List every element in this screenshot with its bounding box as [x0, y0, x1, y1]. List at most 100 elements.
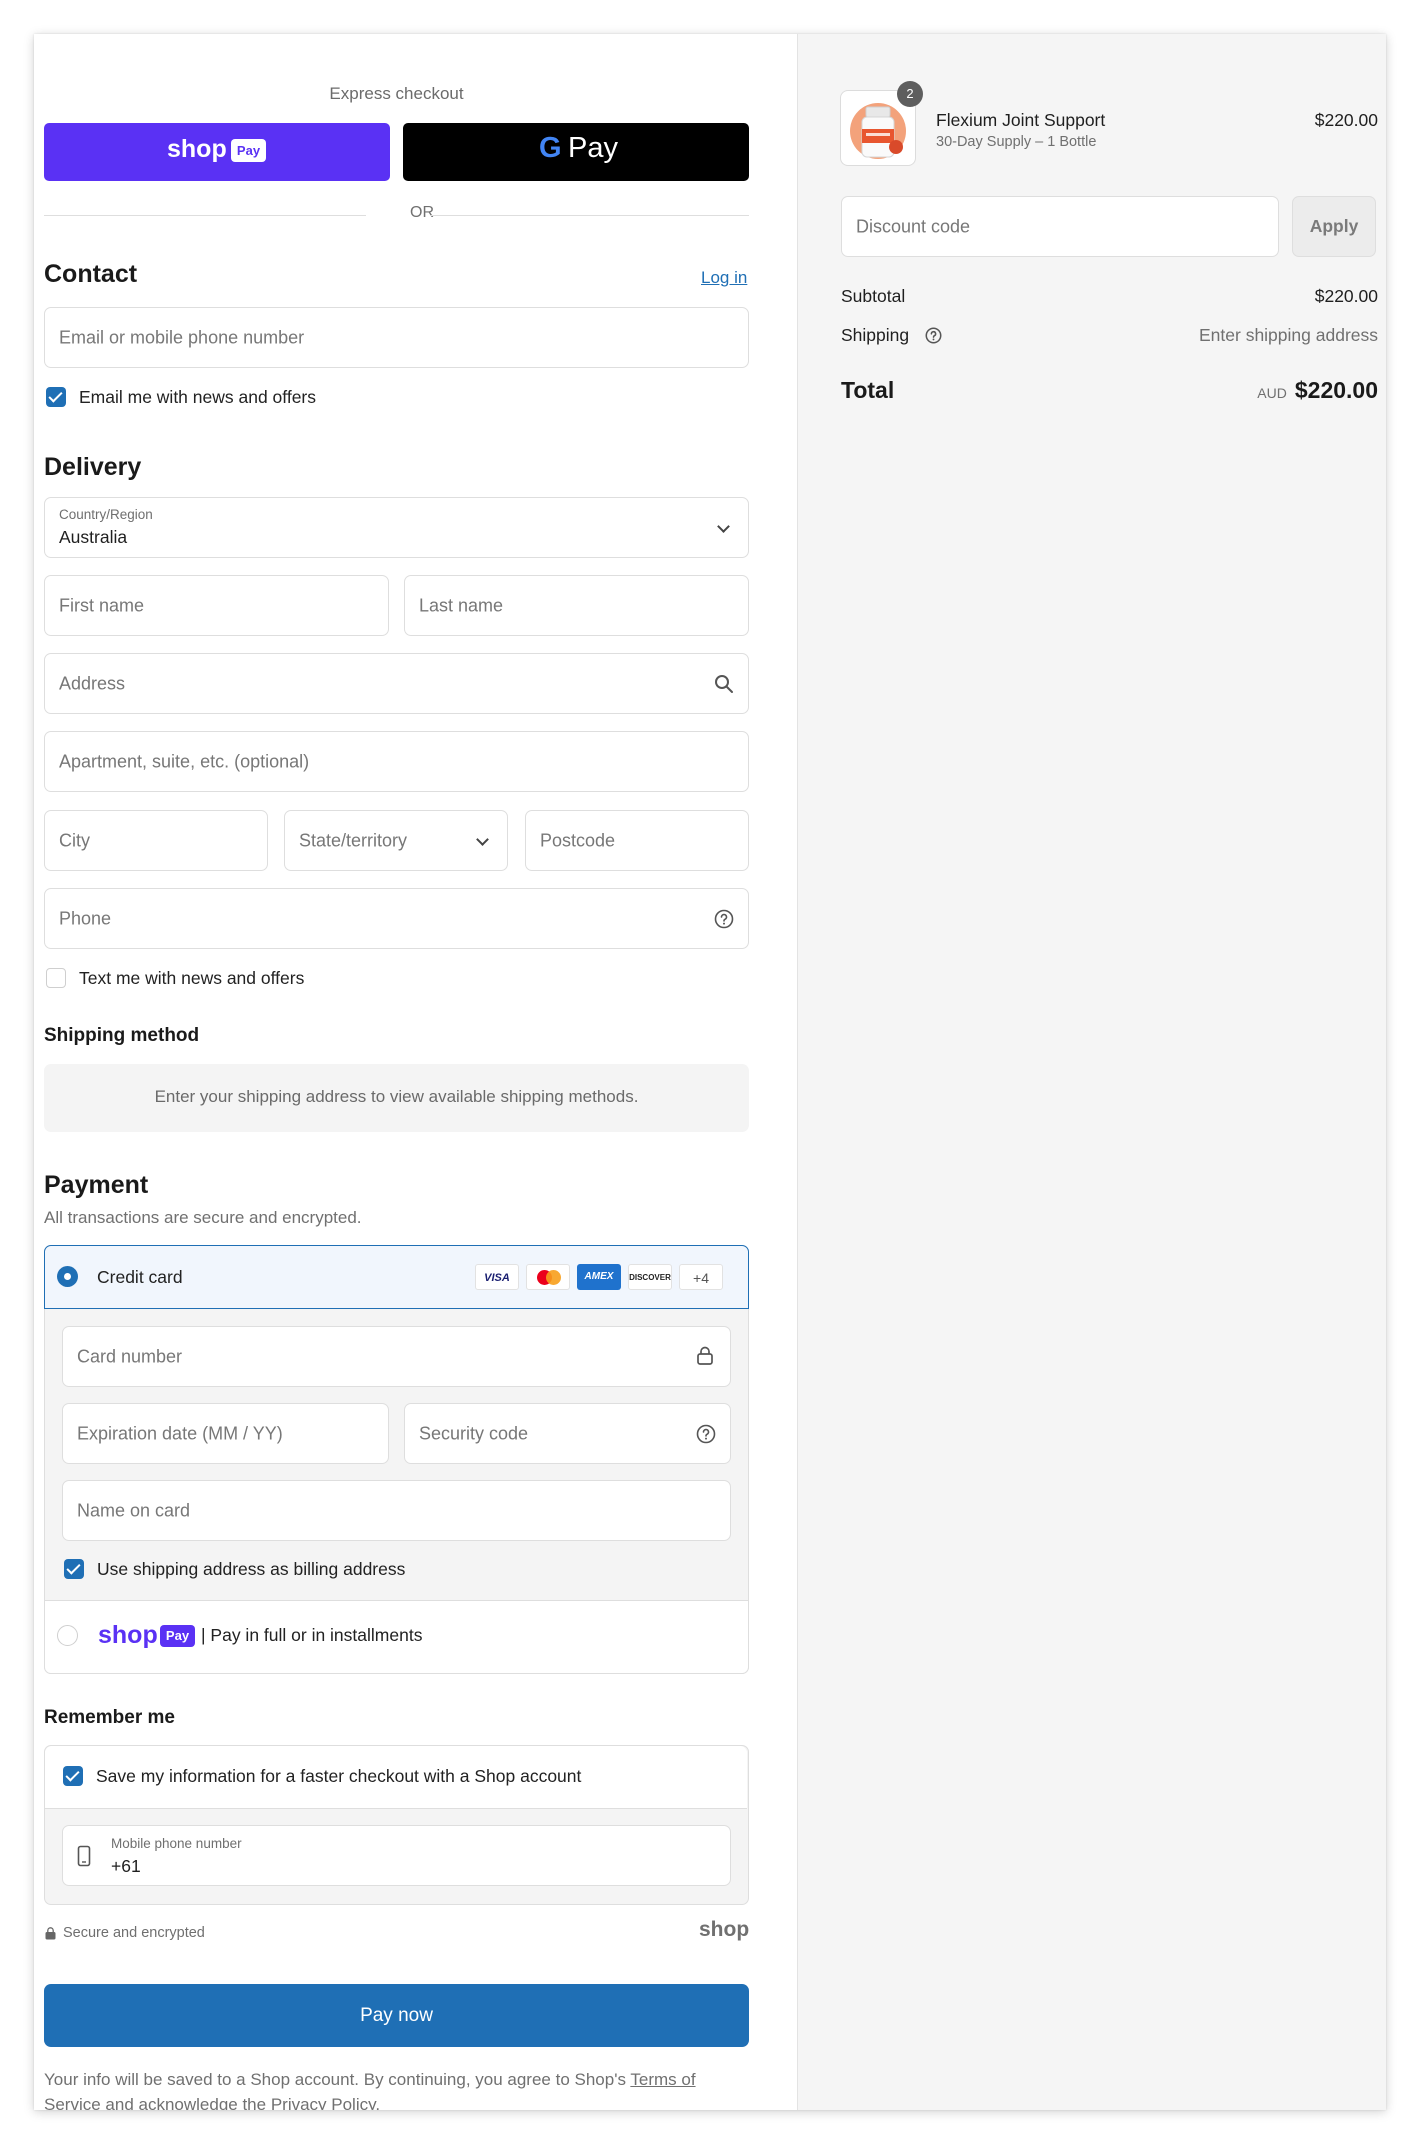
payment-heading: Payment [44, 1171, 149, 1199]
visa-icon: VISA [475, 1264, 519, 1290]
currency-code: AUD [1257, 385, 1287, 401]
first-name-field[interactable]: First name [44, 575, 389, 636]
mastercard-orange-circle [546, 1270, 561, 1285]
contact-heading: Contact [44, 260, 138, 288]
search-icon [715, 675, 733, 693]
discount-code-field[interactable]: Discount code [841, 196, 1279, 257]
divider-left [44, 215, 366, 216]
shop-pay-radio[interactable] [57, 1625, 78, 1646]
total-value: $220.00 [1294, 377, 1378, 403]
chevron-down-icon [717, 520, 730, 533]
terms-link-part-1: Terms of [630, 2070, 696, 2089]
apply-discount-button[interactable]: Apply [1292, 196, 1376, 257]
address-field[interactable]: Address [44, 653, 749, 714]
credit-card-radio[interactable] [57, 1266, 78, 1287]
last-name-field[interactable]: Last name [404, 575, 749, 636]
product-name: Flexium Joint Support [936, 110, 1106, 130]
country-select[interactable]: Country/Region Australia [44, 497, 749, 558]
lock-icon [45, 1927, 56, 1940]
expiration-field[interactable]: Expiration date (MM / YY) [62, 1403, 389, 1464]
google-pay-label: Pay [568, 132, 618, 164]
phone-field[interactable]: Phone [44, 888, 749, 949]
shipping-label: Shipping [841, 325, 910, 345]
mobile-phone-icon [77, 1845, 91, 1867]
help-circle-icon[interactable] [925, 327, 942, 344]
remember-me-box: Save my information for a faster checkou… [44, 1745, 749, 1905]
secure-encrypted-text: Secure and encrypted [63, 1925, 205, 1941]
email-field[interactable]: Email or mobile phone number [44, 307, 749, 368]
country-value: Australia [59, 527, 128, 547]
divider-right [430, 215, 749, 216]
security-code-field[interactable]: Security code [404, 1403, 731, 1464]
discover-icon: DISCOVER [628, 1264, 672, 1290]
billing-same-label: Use shipping address as billing address [97, 1559, 406, 1579]
pay-now-button[interactable]: Pay now [44, 1984, 749, 2047]
total-label: Total [841, 377, 895, 403]
last-name-placeholder: Last name [419, 595, 504, 615]
card-number-field[interactable]: Card number [62, 1326, 731, 1387]
checkout-window: Express checkout shop Pay G Pay OR Conta… [34, 34, 1386, 2110]
remember-me-heading: Remember me [44, 1707, 175, 1728]
text-news-checkbox[interactable] [46, 968, 66, 988]
save-info-label: Save my information for a faster checkou… [96, 1766, 582, 1786]
legal-text-part-3: . [375, 2095, 381, 2110]
quantity-badge: 2 [897, 81, 923, 107]
billing-same-checkbox[interactable] [64, 1559, 84, 1579]
first-name-placeholder: First name [59, 595, 145, 615]
shop-pay-badge: Pay [160, 1625, 195, 1647]
name-on-card-field[interactable]: Name on card [62, 1480, 731, 1541]
shop-pay-wordmark: shop [98, 1621, 158, 1649]
apartment-placeholder: Apartment, suite, etc. (optional) [59, 751, 310, 771]
mobile-phone-field[interactable]: Mobile phone number +61 [62, 1825, 731, 1886]
more-brands-badge: +4 [679, 1264, 723, 1290]
legal-text: Your info will be saved to a Shop accoun… [44, 2067, 749, 2110]
postcode-placeholder: Postcode [540, 830, 616, 850]
shipping-method-heading: Shipping method [44, 1025, 200, 1046]
city-field[interactable]: City [44, 810, 268, 871]
payment-subtitle: All transactions are secure and encrypte… [44, 1208, 362, 1227]
mobile-phone-label: Mobile phone number [111, 1836, 242, 1851]
state-select[interactable]: State/territory [284, 810, 508, 871]
phone-placeholder: Phone [59, 908, 112, 928]
credit-card-option[interactable]: Credit card VISA AMEX DISCOVER +4 [44, 1245, 749, 1309]
order-summary: 2 Flexium Joint Support 30-Day Supply – … [797, 34, 1386, 2110]
address-placeholder: Address [59, 673, 126, 693]
product-thumbnail: 2 [840, 81, 923, 166]
google-pay-button[interactable]: G Pay [403, 123, 749, 181]
card-number-placeholder: Card number [77, 1346, 183, 1366]
shipping-value: Enter shipping address [1199, 325, 1378, 345]
product-price: $220.00 [1314, 110, 1378, 130]
shipping-method-notice: Enter your shipping address to view avai… [154, 1087, 639, 1106]
country-label: Country/Region [59, 507, 153, 522]
expiration-placeholder: Expiration date (MM / YY) [77, 1423, 283, 1443]
help-circle-icon[interactable] [714, 909, 734, 929]
checkout-form: Express checkout shop Pay G Pay OR Conta… [34, 34, 797, 2110]
shop-pay-button[interactable]: shop Pay [44, 123, 390, 181]
chevron-down-icon [476, 833, 489, 846]
shipping-method-notice-box: Enter your shipping address to view avai… [44, 1064, 749, 1132]
lock-icon [697, 1346, 713, 1365]
legal-text-part-1: Your info will be saved to a Shop accoun… [44, 2070, 631, 2089]
postcode-field[interactable]: Postcode [525, 810, 749, 871]
login-link[interactable]: Log in [701, 268, 747, 288]
or-divider-text: OR [410, 204, 434, 221]
amex-icon: AMEX [577, 1264, 621, 1290]
express-checkout-title: Express checkout [329, 84, 464, 103]
shop-logo: shop [699, 1918, 750, 1941]
help-circle-icon[interactable] [696, 1424, 716, 1444]
discount-code-placeholder: Discount code [856, 216, 971, 236]
subtotal-value: $220.00 [1314, 286, 1378, 306]
radio-dot [64, 1273, 71, 1280]
privacy-policy-link[interactable]: Privacy Policy [271, 2095, 376, 2110]
shop-pay-badge: Pay [231, 139, 266, 162]
shop-pay-wordmark: shop [167, 135, 227, 163]
apartment-field[interactable]: Apartment, suite, etc. (optional) [44, 731, 749, 792]
save-info-checkbox[interactable] [63, 1766, 83, 1786]
shop-pay-description: | Pay in full or in installments [201, 1625, 423, 1645]
email-placeholder: Email or mobile phone number [59, 327, 305, 347]
total-amount: AUD $220.00 [1257, 377, 1378, 404]
save-info-row: Save my information for a faster checkou… [45, 1746, 747, 1809]
google-g-icon: G [539, 132, 562, 164]
email-news-checkbox[interactable] [46, 387, 66, 407]
shop-pay-installments-option[interactable]: shop Pay | Pay in full or in installment… [44, 1600, 749, 1674]
